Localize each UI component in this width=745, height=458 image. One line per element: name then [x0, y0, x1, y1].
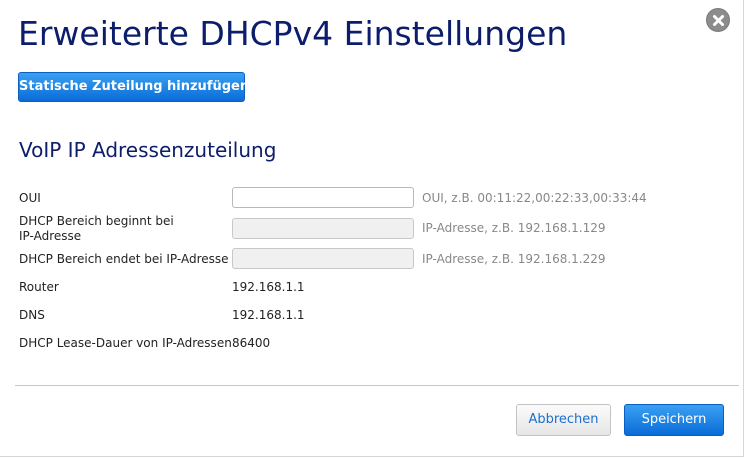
range-end-input[interactable]: [232, 248, 414, 269]
dhcp-settings-dialog: Erweiterte DHCPv4 Einstellungen Statisch…: [0, 0, 744, 457]
range-start-hint: IP-Adresse, z.B. 192.168.1.129: [422, 221, 606, 235]
dialog-title: Erweiterte DHCPv4 Einstellungen: [18, 14, 568, 53]
range-start-label-line1: DHCP Bereich beginnt bei: [19, 214, 174, 228]
oui-label: OUI: [19, 191, 41, 205]
cancel-button[interactable]: Abbrechen: [516, 404, 611, 436]
oui-hint: OUI, z.B. 00:11:22,00:22:33,00:33:44: [422, 191, 647, 205]
range-start-label-line2: IP-Adresse: [19, 229, 82, 243]
dns-label: DNS: [19, 308, 45, 322]
lease-value: 86400: [232, 336, 271, 350]
footer-divider: [15, 385, 739, 386]
close-icon: [713, 15, 724, 26]
range-end-label: DHCP Bereich endet bei IP-Adresse: [19, 252, 229, 266]
router-value: 192.168.1.1: [232, 280, 305, 294]
add-static-assignment-button[interactable]: Statische Zuteilung hinzufügen: [18, 72, 249, 102]
range-start-input[interactable]: [232, 218, 414, 239]
router-label: Router: [19, 280, 59, 294]
oui-input[interactable]: [232, 187, 414, 208]
save-button[interactable]: Speichern: [624, 404, 724, 436]
dns-value: 192.168.1.1: [232, 308, 305, 322]
range-end-hint: IP-Adresse, z.B. 192.168.1.229: [422, 252, 606, 266]
lease-label: DHCP Lease-Dauer von IP-Adressen: [19, 336, 232, 350]
close-button[interactable]: [706, 8, 730, 32]
section-heading-voip: VoIP IP Adressenzuteilung: [19, 138, 277, 162]
